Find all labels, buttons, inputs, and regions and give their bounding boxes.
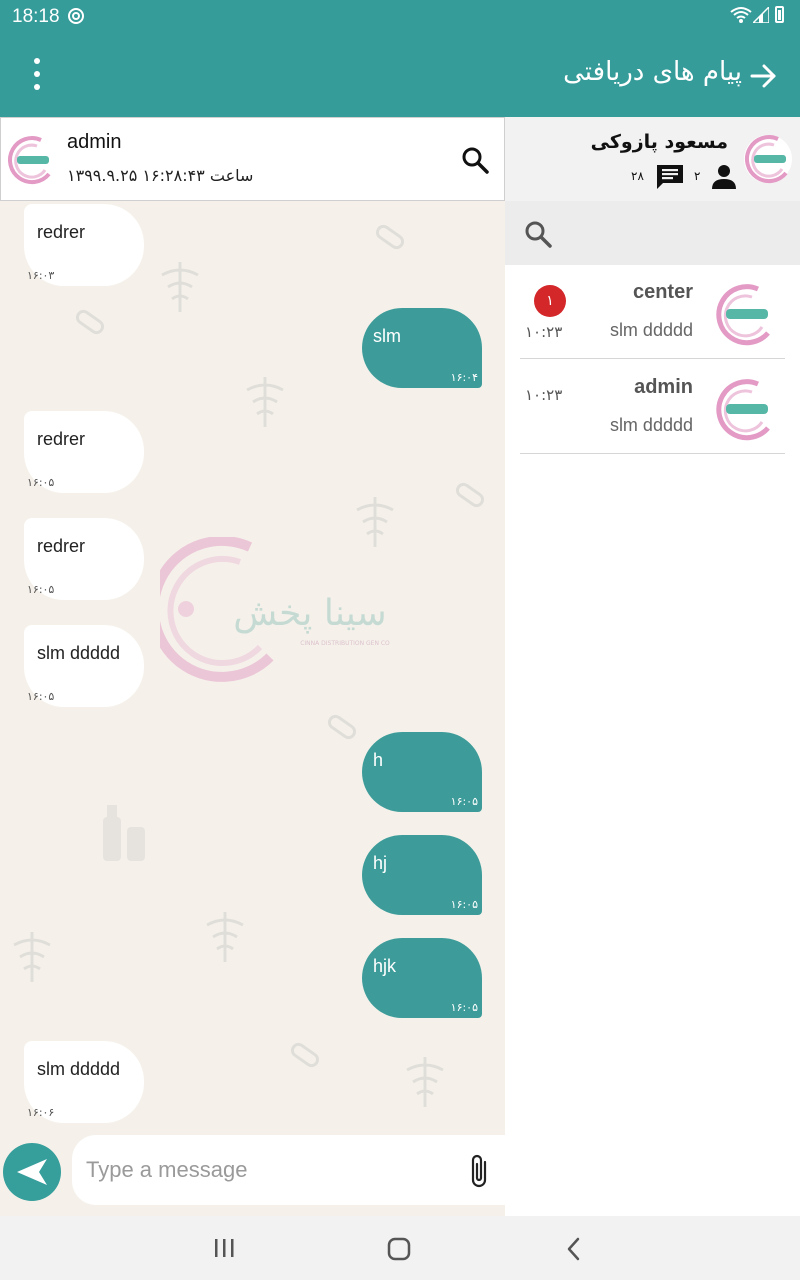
message-time: ۱۶:۰۵ xyxy=(27,476,55,489)
back-arrow-icon[interactable] xyxy=(748,61,778,91)
message-time: ۱۶:۰۵ xyxy=(450,795,478,808)
profile-name: مسعود پازوکی xyxy=(590,131,728,153)
status-time: 18:18 xyxy=(12,6,60,27)
conversation-preview: slm ddddd xyxy=(609,415,693,435)
battery-icon xyxy=(775,6,784,23)
avatar[interactable] xyxy=(742,133,794,185)
chat-header: admin ۱۳۹۹.۹.۲۵ ساعت ۱۶:۲۸:۴۳ xyxy=(0,117,505,201)
nav-back-icon[interactable] xyxy=(564,1236,584,1262)
wifi-icon xyxy=(730,7,752,23)
conversation-time: ۱۰:۲۳ xyxy=(525,323,563,341)
message-time: ۱۶:۰۵ xyxy=(450,898,478,911)
message-text: redrer xyxy=(37,429,86,449)
search-icon[interactable] xyxy=(523,219,553,249)
message-text: redrer xyxy=(37,222,86,242)
status-bar: 18:18 xyxy=(0,0,800,34)
app-bar: پیام های دریافتی xyxy=(0,34,800,117)
message-time: ۱۶:۰۴ xyxy=(450,371,478,384)
chat-icon xyxy=(657,165,683,189)
message-bubble-outgoing[interactable]: hj ۱۶:۰۵ xyxy=(362,835,482,915)
message-count: ۲۸ xyxy=(631,169,644,183)
message-text: hj xyxy=(373,853,388,873)
message-bubble-outgoing[interactable]: hjk ۱۶:۰۵ xyxy=(362,938,482,1018)
message-text: h xyxy=(373,750,384,770)
menu-icon[interactable] xyxy=(22,58,52,92)
message-time: ۱۶:۰۵ xyxy=(27,690,55,703)
message-bubble-incoming[interactable]: redrer ۱۶:۰۵ xyxy=(24,518,144,600)
page-title: پیام های دریافتی xyxy=(563,57,742,87)
search-icon[interactable] xyxy=(460,145,490,175)
conversation-item[interactable]: center slm ddddd ۱ ۱۰:۲۳ xyxy=(520,265,785,359)
conversation-item[interactable]: admin slm ddddd ۱۰:۲۳ xyxy=(520,360,785,454)
message-time: ۱۶:۰۵ xyxy=(450,1001,478,1014)
send-icon xyxy=(17,1159,47,1185)
user-icon xyxy=(712,165,736,189)
avatar xyxy=(714,378,776,441)
conversation-list: center slm ddddd ۱ ۱۰:۲۳ admin slm ddddd… xyxy=(505,265,800,1216)
attach-icon[interactable] xyxy=(467,1152,495,1190)
avatar xyxy=(714,283,776,346)
message-bubble-incoming[interactable]: slm ddddd ۱۶:۰۶ xyxy=(24,1041,144,1123)
message-bubble-outgoing[interactable]: slm ۱۶:۰۴ xyxy=(362,308,482,388)
chat-contact-name: admin xyxy=(67,131,122,153)
message-text: redrer xyxy=(37,536,86,556)
conversation-name: center xyxy=(632,281,693,303)
message-time: ۱۶:۰۶ xyxy=(27,1106,55,1119)
conversation-name: admin xyxy=(634,376,693,398)
user-profile: مسعود پازوکی ۲ ۲۸ xyxy=(505,117,800,201)
conversation-pane: مسعود پازوکی ۲ ۲۸ center slm ddddd ۱ ۱۰:… xyxy=(505,117,800,1216)
sync-icon xyxy=(68,8,84,24)
message-text: slm ddddd xyxy=(37,1059,121,1079)
message-list[interactable]: redrer ۱۶:۰۳ slm ۱۶:۰۴ redrer ۱۶:۰۵ redr… xyxy=(0,201,505,1123)
message-text: hjk xyxy=(373,956,397,976)
message-time: ۱۶:۰۳ xyxy=(27,269,55,282)
conversation-preview: slm ddddd xyxy=(609,320,693,340)
message-text: slm ddddd xyxy=(37,643,121,663)
message-text: slm xyxy=(373,326,401,346)
message-bubble-incoming[interactable]: slm ddddd ۱۶:۰۵ xyxy=(24,625,144,707)
message-bubble-incoming[interactable]: redrer ۱۶:۰۵ xyxy=(24,411,144,493)
message-composer xyxy=(72,1135,505,1205)
avatar[interactable] xyxy=(5,134,57,186)
message-input[interactable] xyxy=(84,1149,458,1191)
recents-icon[interactable] xyxy=(212,1237,236,1259)
message-time: ۱۶:۰۵ xyxy=(27,583,55,596)
system-nav-bar xyxy=(0,1216,800,1280)
send-button[interactable] xyxy=(3,1143,61,1201)
last-seen-datetime: ۱۳۹۹.۹.۲۵ ساعت ۱۶:۲۸:۴۳ xyxy=(67,166,254,185)
user-count: ۲ xyxy=(694,169,701,183)
conversation-time: ۱۰:۲۳ xyxy=(525,386,563,404)
home-icon[interactable] xyxy=(387,1237,411,1261)
signal-icon xyxy=(753,7,769,23)
message-bubble-incoming[interactable]: redrer ۱۶:۰۳ xyxy=(24,204,144,286)
unread-badge: ۱ xyxy=(534,285,566,317)
chat-pane: سینا پخش CINNA DISTRIBUTION GEN CO admin… xyxy=(0,117,505,1216)
message-bubble-outgoing[interactable]: h ۱۶:۰۵ xyxy=(362,732,482,812)
conversation-search[interactable] xyxy=(505,201,800,265)
